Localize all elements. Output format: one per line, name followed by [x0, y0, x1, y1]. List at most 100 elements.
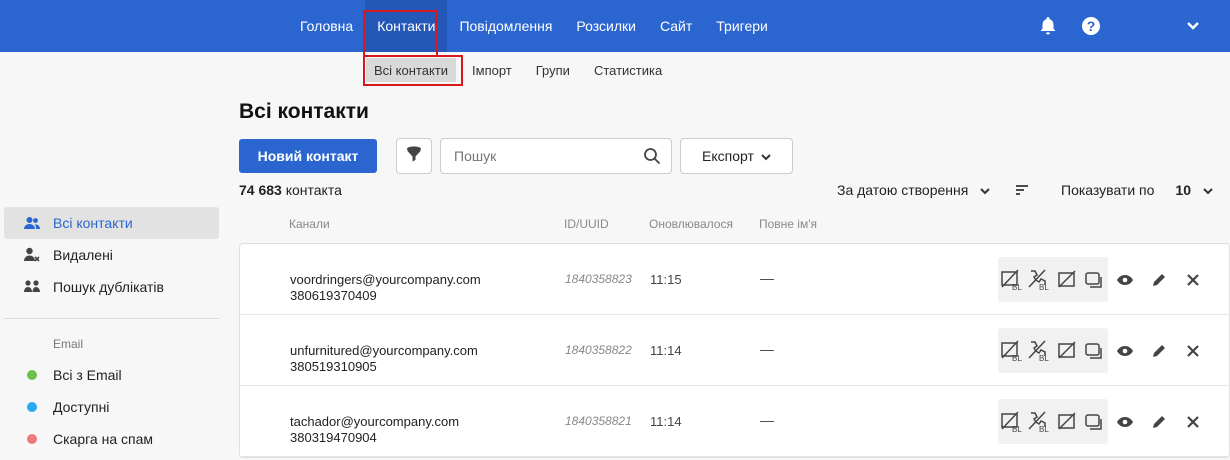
svg-text:BL: BL: [1039, 425, 1049, 433]
contacts-table: voordringers@yourcompany.com 38061937040…: [239, 243, 1230, 458]
contact-phone: 380519310905: [290, 359, 377, 374]
contact-id: 1840358823: [565, 272, 632, 286]
contact-email: tachador@yourcompany.com: [290, 414, 460, 429]
contacts-count-value: 74 683: [239, 182, 282, 198]
email-blacklist-icon: BL: [1000, 268, 1025, 292]
contact-full-name: —: [760, 270, 774, 286]
sort-order-icon[interactable]: [1014, 182, 1030, 198]
user-remove-icon: [24, 247, 40, 263]
svg-text:BL: BL: [1012, 425, 1022, 433]
sidebar-item-label: Скарга на спам: [53, 431, 153, 447]
help-icon[interactable]: ?: [1080, 15, 1102, 37]
chevron-down-icon: [761, 148, 771, 164]
chevron-down-icon: [1203, 182, 1213, 198]
email-blacklist-icon: BL: [1000, 410, 1025, 434]
filter-button[interactable]: [396, 138, 432, 174]
search-icon[interactable]: [643, 147, 661, 165]
column-header-updated: Оновлювалося: [649, 217, 733, 231]
edit-icon[interactable]: [1149, 270, 1169, 290]
filter-icon: [405, 145, 423, 168]
sidebar-item-available[interactable]: Доступні: [4, 391, 219, 423]
status-dot-blue: [24, 399, 40, 415]
contacts-count: 74 683 контакта: [239, 182, 342, 198]
sidebar-item-label: Доступні: [53, 399, 110, 415]
contacts-subnav: Всі контакти Імпорт Групи Статистика: [366, 58, 674, 82]
edit-icon[interactable]: [1149, 412, 1169, 432]
status-dot-red: [24, 431, 40, 447]
phone-blacklist-icon: BL: [1027, 268, 1052, 292]
nav-site[interactable]: Сайт: [648, 0, 704, 52]
duplicates-icon: [24, 279, 40, 295]
contact-full-name: —: [760, 412, 774, 428]
sidebar-item-spam-complaint[interactable]: Скарга на спам: [4, 423, 219, 455]
column-header-channels: Канали: [289, 217, 330, 231]
svg-text:BL: BL: [1039, 354, 1049, 362]
contact-updated: 11:14: [650, 414, 682, 429]
export-button[interactable]: Експорт: [680, 138, 793, 174]
sidebar-item-label: Всі контакти: [53, 215, 133, 231]
page-title: Всі контакти: [239, 100, 369, 123]
status-dot-green: [24, 367, 40, 383]
sidebar-item-all-email[interactable]: Всі з Email: [4, 359, 219, 391]
main-menu: Головна Контакти Повідомлення Розсилки С…: [288, 0, 780, 52]
contact-id: 1840358822: [565, 343, 632, 357]
nav-home[interactable]: Головна: [288, 0, 365, 52]
sidebar-divider: [4, 318, 219, 319]
table-row[interactable]: voordringers@yourcompany.com 38061937040…: [240, 244, 1229, 315]
sms-disabled-icon: [1055, 268, 1079, 292]
bell-icon[interactable]: [1037, 15, 1059, 37]
nav-triggers[interactable]: Тригери: [704, 0, 780, 52]
messenger-icon: [1082, 268, 1106, 292]
channel-status-group: BL BL: [998, 328, 1108, 373]
view-icon[interactable]: [1115, 412, 1135, 432]
subnav-statistics[interactable]: Статистика: [582, 58, 674, 82]
table-row[interactable]: unfurnitured@yourcompany.com 38051931090…: [240, 315, 1229, 386]
delete-icon[interactable]: [1183, 341, 1203, 361]
subnav-groups[interactable]: Групи: [524, 58, 582, 82]
sidebar-item-label: Всі з Email: [53, 367, 122, 383]
search-input[interactable]: [441, 139, 631, 173]
email-blacklist-icon: BL: [1000, 339, 1025, 363]
view-icon[interactable]: [1115, 270, 1135, 290]
sort-label: За датою створення: [837, 182, 969, 198]
sidebar-item-deleted[interactable]: Видалені: [4, 239, 219, 271]
sidebar-item-all-contacts[interactable]: Всі контакти: [4, 207, 219, 239]
contact-phone: 380319470904: [290, 430, 377, 445]
nav-messages[interactable]: Повідомлення: [447, 0, 564, 52]
users-icon: [24, 215, 40, 231]
contact-email: unfurnitured@yourcompany.com: [290, 343, 478, 358]
sidebar-item-label: Видалені: [53, 247, 113, 263]
svg-text:?: ?: [1087, 18, 1096, 34]
messenger-icon: [1082, 339, 1106, 363]
subnav-import[interactable]: Імпорт: [460, 58, 524, 82]
svg-text:BL: BL: [1012, 283, 1022, 291]
contact-id: 1840358821: [565, 414, 632, 428]
highlight-frame-top: [363, 10, 438, 56]
per-page-selector[interactable]: Показувати по 10: [1061, 180, 1213, 200]
sidebar-group-label: Email: [53, 337, 84, 351]
per-page-label: Показувати по: [1061, 182, 1155, 198]
search-field[interactable]: [440, 138, 672, 174]
chevron-down-icon[interactable]: [1182, 15, 1204, 37]
channel-status-group: BL BL: [998, 399, 1108, 444]
new-contact-button[interactable]: Новий контакт: [239, 139, 377, 173]
sidebar-item-duplicates[interactable]: Пошук дублікатів: [4, 271, 219, 303]
subnav-all-contacts[interactable]: Всі контакти: [366, 58, 457, 82]
sort-dropdown[interactable]: За датою створення: [837, 180, 991, 200]
column-header-full-name: Повне ім'я: [759, 217, 818, 231]
edit-icon[interactable]: [1149, 341, 1169, 361]
contact-updated: 11:15: [650, 272, 682, 287]
contact-phone: 380619370409: [290, 288, 377, 303]
table-row[interactable]: tachador@yourcompany.com 380319470904 18…: [240, 386, 1229, 457]
sms-disabled-icon: [1055, 410, 1079, 434]
phone-blacklist-icon: BL: [1027, 410, 1052, 434]
contacts-count-label: контакта: [285, 182, 342, 198]
delete-icon[interactable]: [1183, 412, 1203, 432]
sidebar: Всі контакти Видалені Пошук дублікатів E…: [4, 207, 219, 455]
nav-campaigns[interactable]: Розсилки: [564, 0, 648, 52]
view-icon[interactable]: [1115, 341, 1135, 361]
column-header-id: ID/UUID: [564, 217, 609, 231]
chevron-down-icon: [980, 182, 991, 198]
contact-updated: 11:14: [650, 343, 682, 358]
delete-icon[interactable]: [1183, 270, 1203, 290]
